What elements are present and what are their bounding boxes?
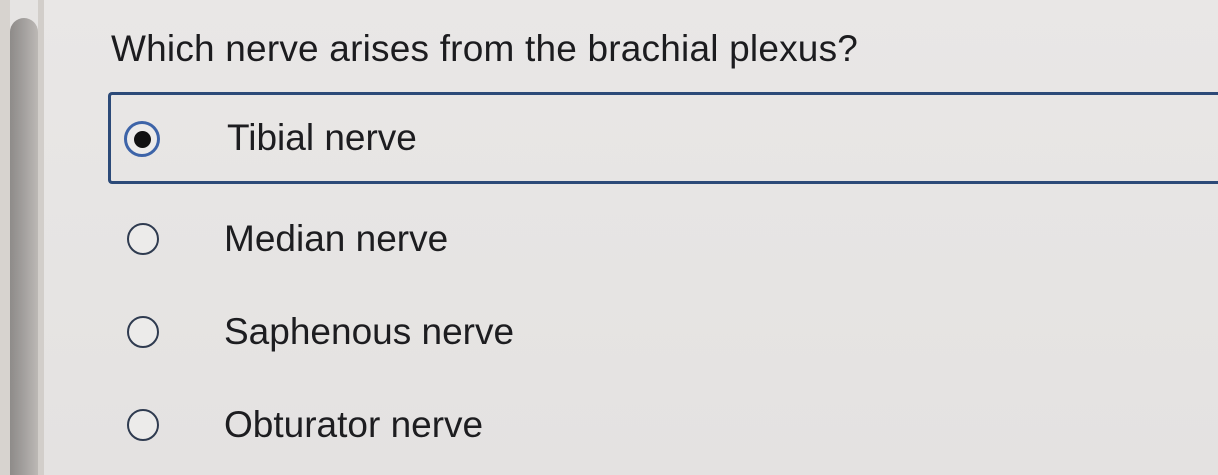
radio-unselected-icon[interactable] [127,316,159,348]
question-text: Which nerve arises from the brachial ple… [111,28,859,69]
option-label: Saphenous nerve [224,311,515,352]
option-label: Tibial nerve [227,117,417,158]
radio-dot-icon [133,130,151,148]
option-obturator-nerve[interactable]: Obturator nerve [108,379,1218,471]
scrollbar-rail[interactable] [10,18,38,475]
option-median-nerve[interactable]: Median nerve [108,193,1218,285]
radio-selected-icon[interactable] [124,121,160,157]
left-gutter [0,0,10,475]
option-tibial-nerve[interactable]: Tibial nerve [108,92,1218,184]
radio-unselected-icon[interactable] [127,409,159,441]
option-saphenous-nerve[interactable]: Saphenous nerve [108,286,1218,378]
option-label: Median nerve [224,218,449,259]
option-label: Obturator nerve [224,404,484,445]
radio-unselected-icon[interactable] [127,223,159,255]
